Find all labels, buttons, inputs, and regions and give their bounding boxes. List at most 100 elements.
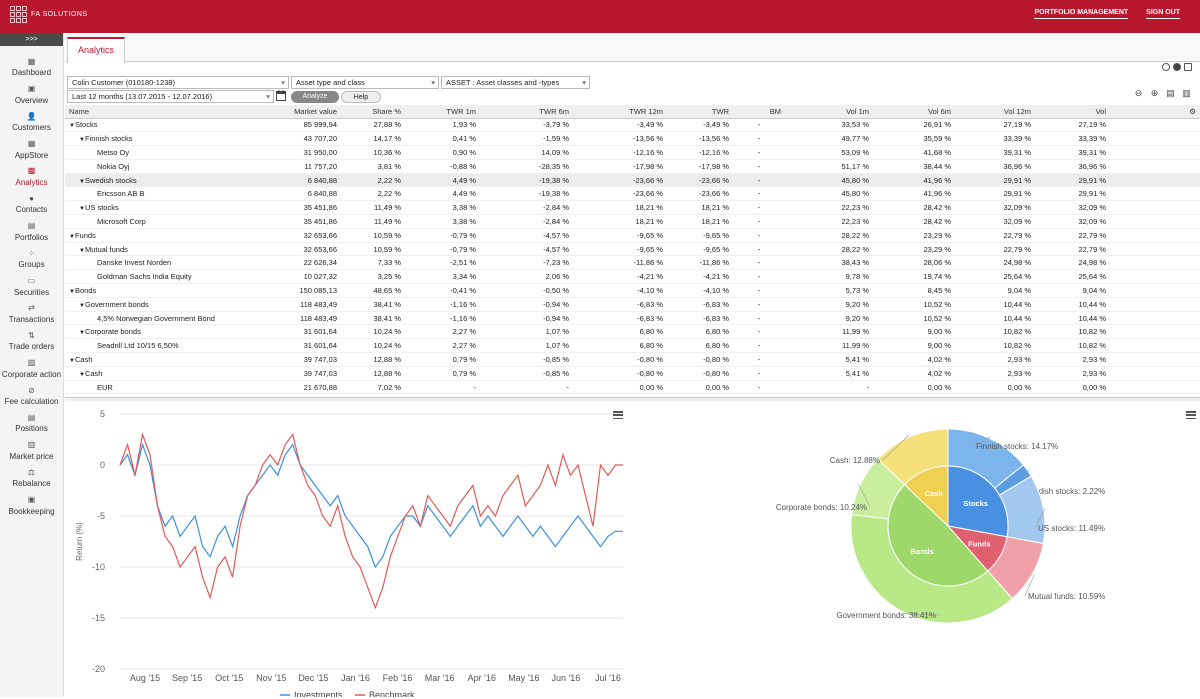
table-row[interactable]: ▼Government bonds 118 483,49 38,41 % -1,16 … [65, 297, 1200, 312]
table-cell: 29,91 % [955, 186, 1035, 202]
sidebar-item-dashboard[interactable]: ▦ Dashboard [0, 52, 63, 79]
table-row[interactable]: ▼Cash 39 747,03 12,88 % 0,79 % -0,85 % -0,80 … [65, 366, 1200, 381]
column-header[interactable]: Market value [265, 105, 341, 119]
sidebar-item-corporate-action[interactable]: ▨ Corporate action [0, 353, 63, 380]
sign-out-link[interactable]: SIGN OUT [1146, 9, 1180, 19]
tab-analytics[interactable]: Analytics [67, 37, 125, 63]
column-header[interactable]: Vol 1m [785, 105, 873, 119]
table-row[interactable]: ▼Swedish stocks 6 840,88 2,22 % 4,49 % -19,3… [65, 173, 1200, 188]
row-name: Stocks [74, 120, 98, 130]
table-row[interactable]: Metso Oy 31 950,00 10,36 % 0,90 % 14,09 % -12… [65, 145, 1200, 160]
table-cell: -2,84 % [480, 214, 573, 229]
column-header[interactable]: Vol [1035, 105, 1110, 119]
table-cell: 0,00 % [873, 380, 955, 395]
sidebar-item-positions[interactable]: ▤ Positions [0, 408, 63, 435]
column-header[interactable]: TWR [667, 105, 733, 119]
analytics-icon: ▩ [27, 166, 36, 176]
table-row[interactable]: Microsoft Corp 35 451,86 11,49 % 3,38 % -2,8… [65, 214, 1200, 229]
legend-item[interactable]: Benchmark [369, 690, 415, 699]
column-header[interactable]: Vol 6m [873, 105, 955, 119]
table-row[interactable]: ▼Funds 32 653,66 10,59 % -0,79 % -4,57 % -9,6… [65, 228, 1200, 243]
table-cell: -23,66 % [667, 173, 733, 188]
table-row[interactable]: Nokia Oyj 11 757,20 3,81 % -0,88 % -28,35 % -… [65, 159, 1200, 174]
column-header[interactable]: Vol 12m [955, 105, 1035, 119]
top-nav: PORTFOLIO MANAGEMENT SIGN OUT [1034, 9, 1180, 19]
legend-item[interactable]: Investments [294, 690, 343, 699]
portfolio-management-link[interactable]: PORTFOLIO MANAGEMENT [1034, 9, 1129, 19]
sidebar-item-market-price[interactable]: ▥ Market price [0, 435, 63, 462]
table-row[interactable]: ▼Mutual funds 32 653,66 10,59 % -0,79 % -4,5… [65, 242, 1200, 257]
asset-type-select[interactable]: Asset type and class [291, 76, 439, 89]
column-settings-icon[interactable]: ⚙ [1110, 105, 1200, 119]
sidebar-item-securities[interactable]: ▭ Securities [0, 271, 63, 298]
table-cell: -0,80 % [573, 366, 667, 381]
y-tick-label: -15 [92, 613, 105, 623]
column-header[interactable]: TWR 12m [573, 105, 667, 119]
column-header[interactable]: Name [65, 105, 265, 119]
chart-menu-icon[interactable] [613, 411, 623, 419]
sidebar-item-customers[interactable]: 👤 Customers [0, 107, 63, 134]
sidebar-item-analytics[interactable]: ▩ Analytics [0, 162, 63, 189]
sidebar-item-groups[interactable]: ⁘ Groups [0, 244, 63, 271]
table-row[interactable]: Goldman Sachs India Equity 10 027,32 3,25 … [65, 269, 1200, 285]
pie-menu-icon[interactable] [1186, 411, 1196, 419]
table-cell: 0,00 % [573, 380, 667, 395]
sidebar-item-label: Analytics [15, 177, 48, 187]
sidebar-item-transactions[interactable]: ⇄ Transactions [0, 299, 63, 326]
table-row[interactable]: Ericsson AB B 6 840,88 2,22 % 4,49 % -19,38 … [65, 186, 1200, 202]
column-header[interactable]: BM [733, 105, 785, 119]
table-cell: - [733, 338, 785, 354]
expand-icon[interactable] [1184, 63, 1192, 71]
table-row[interactable]: ▼Finnish stocks 43 707,20 14,17 % 0,41 % -1,… [65, 131, 1200, 147]
sidebar-item-portfolios[interactable]: ▤ Portfolios [0, 216, 63, 243]
sidebar-item-fee-calculation[interactable]: ⊘ Fee calculation [0, 381, 63, 408]
column-header[interactable]: TWR 6m [480, 105, 573, 119]
period-select[interactable]: Last 12 months (13.07.2015 - 12.07.2016) [67, 90, 274, 103]
sidebar-item-rebalance[interactable]: ⚖ Rebalance [0, 463, 63, 490]
sidebar-item-trade-orders[interactable]: ⇅ Trade orders [0, 326, 63, 353]
back-icon[interactable] [1173, 63, 1181, 71]
table-row[interactable]: Danske Invest Norden 22 626,34 7,33 % -2,51… [65, 255, 1200, 271]
column-header[interactable]: Share % [341, 105, 405, 119]
sidebar-item-contacts[interactable]: ● Contacts [0, 189, 63, 216]
zoom-in-icon[interactable]: ⊕ [1149, 88, 1160, 99]
table-row[interactable]: 4,5% Norwegian Government Bond 118 483,49… [65, 311, 1200, 326]
analyze-button[interactable]: Analyze [291, 91, 339, 103]
refresh-icon[interactable] [1162, 63, 1170, 71]
zoom-out-icon[interactable]: ⊖ [1133, 88, 1144, 99]
table-row[interactable]: ▼Corporate bonds 31 601,64 10,24 % 2,27 % 1,… [65, 324, 1200, 340]
table-cell: 28,42 % [873, 200, 955, 216]
table-cell: 85 999,94 [265, 118, 341, 133]
column-header[interactable]: TWR 1m [405, 105, 480, 119]
table-row[interactable]: ▼Cash 39 747,03 12,88 % 0,79 % -0,85 % -0,80 … [65, 352, 1200, 367]
table-cell: -0,79 % [405, 242, 480, 257]
pie-label: Cash: 12.88% [830, 456, 880, 465]
columns-icon[interactable]: ▥ [1181, 88, 1192, 99]
logo-icon [10, 6, 27, 23]
table-cell: 22 626,34 [265, 255, 341, 271]
table-row[interactable]: ▼US stocks 35 451,86 11,49 % 3,38 % -2,84 % 1… [65, 200, 1200, 216]
table-cell: 10 027,32 [265, 269, 341, 285]
calendar-icon[interactable] [276, 90, 286, 101]
table-cell: 150 085,13 [265, 283, 341, 298]
sidebar-toggle-button[interactable]: >>> [0, 33, 63, 46]
customer-select[interactable]: Colin Customer (010180-1238) [67, 76, 289, 89]
table-row[interactable]: EUR 21 670,88 7,02 % - -0,00 % 0,00 % - -0,00 %… [65, 380, 1200, 395]
export-xls-icon[interactable]: ▤ [1165, 88, 1176, 99]
table-cell: 31 601,64 [265, 338, 341, 354]
table-cell: 10,59 % [341, 228, 405, 243]
sidebar-item-appstore[interactable]: ▦ AppStore [0, 134, 63, 161]
dashboard-icon: ▦ [27, 56, 36, 66]
table-row[interactable]: ▼Stocks 85 999,94 27,88 % 1,93 % -3,79 % -3,4… [65, 118, 1200, 133]
table-cell: 2,22 % [341, 173, 405, 188]
table-cell: 33,39 % [955, 131, 1035, 147]
table-cell: -23,66 % [573, 173, 667, 188]
sidebar-item-overview[interactable]: ▣ Overview [0, 79, 63, 106]
sidebar-item-bookkeeping[interactable]: ▣ Bookkeeping [0, 490, 63, 517]
table-cell: -0,80 % [667, 352, 733, 367]
asset-classes-select[interactable]: ASSET : Asset classes and -types [441, 76, 590, 89]
table-cell: 6,80 % [667, 338, 733, 354]
table-row[interactable]: ▼Bonds 150 085,13 48,65 % -0,41 % -0,50 % -4,… [65, 283, 1200, 298]
table-row[interactable]: Seadrill Ltd 10/15 6,50% 31 601,64 10,24 %… [65, 338, 1200, 354]
help-button[interactable]: Help [341, 91, 381, 103]
